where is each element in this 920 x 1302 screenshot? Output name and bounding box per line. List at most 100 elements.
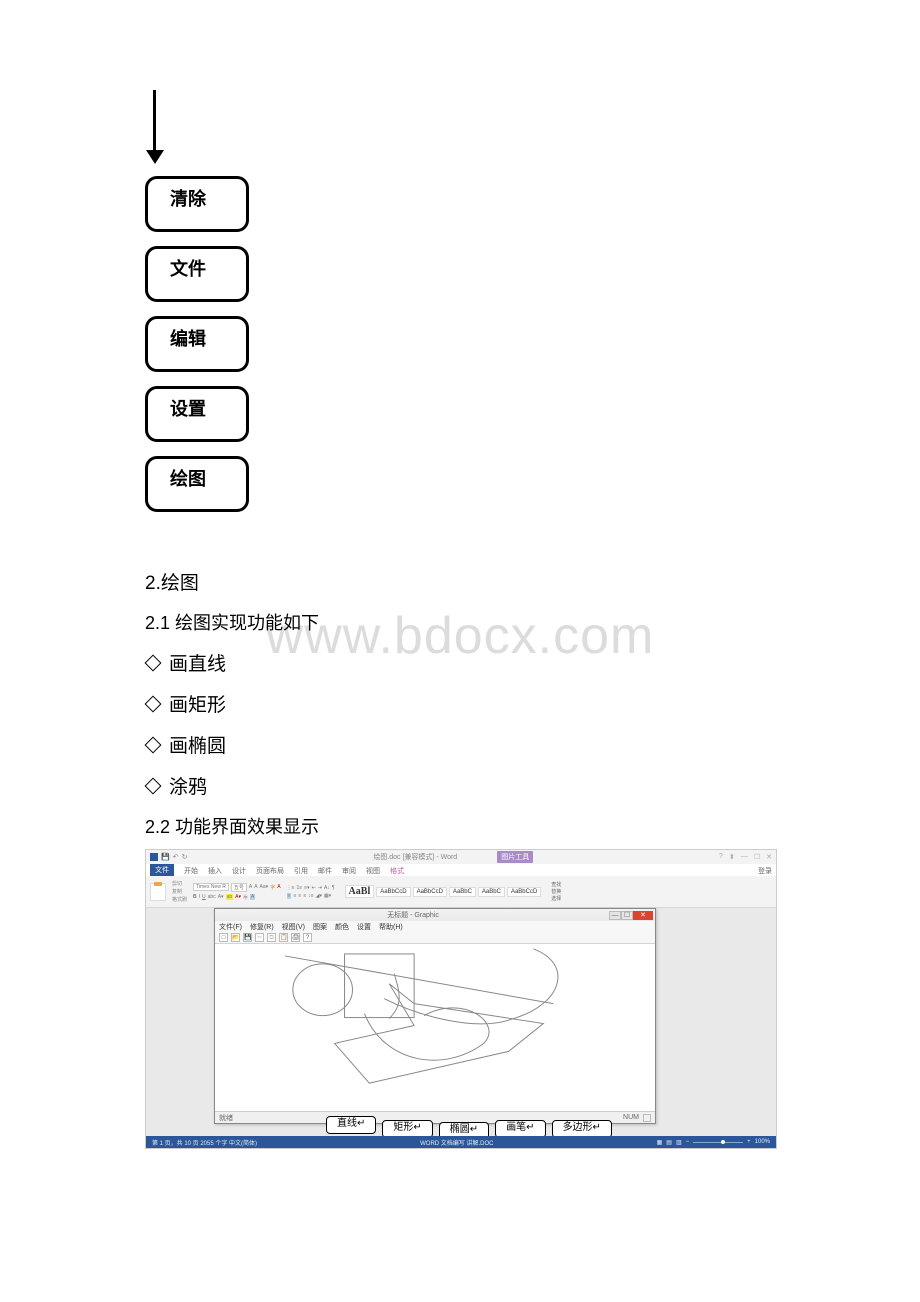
doc-btn-line[interactable]: 直线↵: [326, 1116, 376, 1134]
para-shading-icon[interactable]: ◢▾: [316, 893, 322, 899]
qat-redo-icon[interactable]: ↻: [182, 853, 188, 861]
word-tab-insert[interactable]: 插入: [208, 866, 222, 876]
grow-font-icon[interactable]: A: [249, 884, 252, 890]
zoom-slider[interactable]: [693, 1142, 743, 1143]
print-icon[interactable]: 🖨: [291, 933, 300, 942]
phonetic-guide-icon[interactable]: 字: [270, 884, 275, 891]
word-tab-format[interactable]: 格式: [390, 866, 404, 876]
font-group: Times New R 五号 A A Aa▾ 字 A B I U abc A▾ …: [193, 883, 281, 901]
zoom-out-icon[interactable]: −: [686, 1139, 690, 1145]
menu-help[interactable]: 帮助(H): [379, 922, 403, 932]
diamond-icon: [145, 736, 162, 753]
find-button[interactable]: 查找: [551, 881, 561, 888]
ribbon-collapse-icon[interactable]: ⬍: [729, 853, 735, 861]
menu-file[interactable]: 文件(F): [219, 922, 242, 932]
multilevel-icon[interactable]: ≡▾: [304, 885, 309, 891]
view-web-icon[interactable]: ▥: [676, 1139, 682, 1146]
bullet-line: 画直线: [145, 649, 775, 676]
align-left-icon[interactable]: ≡: [287, 893, 292, 899]
word-qat: 💾 ↶ ↻: [150, 853, 187, 861]
close-icon[interactable]: ✕: [633, 911, 653, 920]
help-icon[interactable]: ?: [719, 853, 723, 861]
word-zoom-control[interactable]: ▦ ▤ ▥ − + 100%: [657, 1139, 770, 1146]
maximize-icon[interactable]: ☐: [754, 853, 760, 861]
bold-button[interactable]: B: [193, 894, 197, 900]
word-tab-file[interactable]: 文件: [150, 864, 174, 876]
select-button[interactable]: 选择: [551, 895, 561, 902]
highlight-icon[interactable]: ab: [226, 894, 234, 900]
menu-repair[interactable]: 修复(R): [250, 922, 274, 932]
word-login[interactable]: 登录: [758, 866, 772, 876]
copy-button[interactable]: 复制: [172, 888, 187, 895]
qat-save-icon[interactable]: 💾: [161, 853, 170, 861]
word-tab-review[interactable]: 审阅: [342, 866, 356, 876]
font-color-icon[interactable]: A▾: [235, 894, 241, 900]
style-heading1[interactable]: AaBl: [345, 885, 375, 898]
style-subtle[interactable]: AaBbCcD: [507, 887, 541, 897]
flow-box-settings: 设置: [145, 386, 249, 442]
word-tab-design[interactable]: 设计: [232, 866, 246, 876]
align-center-icon[interactable]: ≡: [293, 893, 296, 899]
change-case-icon[interactable]: Aa▾: [260, 884, 269, 890]
italic-button[interactable]: I: [199, 894, 200, 900]
new-icon[interactable]: □: [219, 933, 228, 942]
style-title[interactable]: AaBbC: [449, 887, 476, 897]
style-subtitle[interactable]: AaBbC: [478, 887, 505, 897]
style-nospacing[interactable]: AaBbCcD: [413, 887, 447, 897]
view-read-icon[interactable]: ▤: [666, 1139, 672, 1146]
zoom-in-icon[interactable]: +: [747, 1139, 751, 1145]
word-tab-home[interactable]: 开始: [184, 866, 198, 876]
style-normal[interactable]: AaBbCcD: [376, 887, 410, 897]
font-size-select[interactable]: 五号: [231, 883, 247, 892]
word-tab-layout[interactable]: 页面布局: [256, 866, 284, 876]
sort-icon[interactable]: A↓: [324, 885, 330, 891]
increase-indent-icon[interactable]: ⇥: [318, 885, 322, 891]
word-tab-mailings[interactable]: 邮件: [318, 866, 332, 876]
text-effects-icon[interactable]: A▾: [218, 894, 224, 900]
minimize-icon[interactable]: —: [741, 853, 748, 861]
line-spacing-icon[interactable]: ↕≡: [308, 893, 313, 899]
save-icon[interactable]: 💾: [243, 933, 252, 942]
graphics-canvas[interactable]: [215, 944, 655, 1111]
paste-button[interactable]: [150, 883, 166, 901]
qat-undo-icon[interactable]: ↶: [173, 853, 179, 861]
word-picture-tools-tab[interactable]: 图片工具: [497, 851, 533, 863]
maximize-icon[interactable]: ☐: [621, 911, 633, 920]
decrease-indent-icon[interactable]: ⇤: [312, 885, 316, 891]
menu-view[interactable]: 视图(V): [282, 922, 305, 932]
word-tab-references[interactable]: 引用: [294, 866, 308, 876]
minimize-icon[interactable]: —: [609, 911, 621, 920]
paste-icon[interactable]: 📋: [279, 933, 288, 942]
menu-settings[interactable]: 设置: [357, 922, 371, 932]
borders-icon[interactable]: ▦▾: [324, 893, 331, 899]
shading-icon[interactable]: A: [250, 894, 255, 900]
view-print-icon[interactable]: ▦: [657, 1139, 663, 1146]
word-doc-title: 绘图.doc [兼容模式] - Word: [373, 852, 457, 862]
underline-button[interactable]: U: [202, 894, 206, 900]
cut-button[interactable]: 剪切: [172, 880, 187, 887]
help-icon[interactable]: ?: [303, 933, 312, 942]
close-icon[interactable]: ✕: [766, 853, 772, 861]
font-name-select[interactable]: Times New R: [193, 883, 229, 891]
align-right-icon[interactable]: ≡: [298, 893, 301, 899]
strikethrough-button[interactable]: abc: [208, 894, 216, 900]
zoom-percent[interactable]: 100%: [755, 1139, 770, 1145]
clipboard-group: 剪切 复制 格式刷: [172, 880, 187, 903]
clear-format-icon[interactable]: A: [277, 884, 280, 890]
word-ribbon-tabs: 文件 开始 插入 设计 页面布局 引用 邮件 审阅 视图 格式 登录: [146, 864, 776, 876]
bullets-icon[interactable]: ⋮≡: [287, 885, 295, 891]
enclose-char-icon[interactable]: ㊥: [243, 894, 248, 901]
format-painter-button[interactable]: 格式刷: [172, 896, 187, 903]
open-icon[interactable]: 📂: [231, 933, 240, 942]
justify-icon[interactable]: ≡: [303, 893, 306, 899]
menu-pattern[interactable]: 图案: [313, 922, 327, 932]
status-indicator-box: [643, 1114, 651, 1122]
copy-icon[interactable]: ⧉: [267, 933, 276, 942]
word-tab-view[interactable]: 视图: [366, 866, 380, 876]
shrink-font-icon[interactable]: A: [254, 884, 257, 890]
menu-color[interactable]: 颜色: [335, 922, 349, 932]
numbering-icon[interactable]: 1≡: [296, 885, 302, 891]
cut-icon[interactable]: ✂: [255, 933, 264, 942]
show-marks-icon[interactable]: ¶: [332, 885, 335, 891]
replace-button[interactable]: 替换: [551, 888, 561, 895]
